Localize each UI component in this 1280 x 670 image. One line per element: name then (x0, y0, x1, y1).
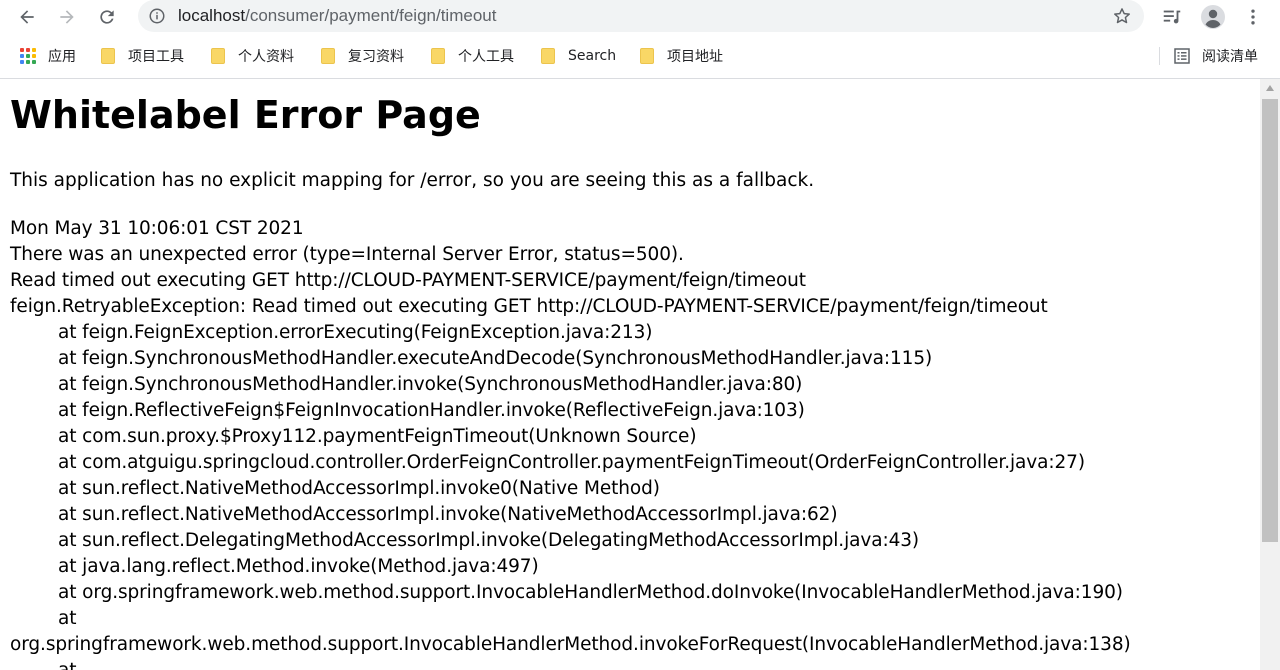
folder-icon (101, 48, 115, 64)
info-icon[interactable] (148, 7, 166, 25)
page-lead: This application has no explicit mapping… (10, 170, 815, 191)
browser-toolbar: localhost/consumer/payment/feign/timeout (0, 0, 1280, 34)
bookmark-label: 项目地址 (667, 49, 723, 65)
stack-frame: at feign.SynchronousMethodHandler.execut… (58, 348, 933, 369)
reading-list-label: 阅读清单 (1202, 49, 1258, 65)
media-queue-icon (1163, 10, 1181, 24)
arrow-left-icon (20, 10, 34, 24)
page-title: Whitelabel Error Page (10, 93, 481, 137)
profile-button[interactable] (1200, 4, 1226, 30)
scroll-up-button[interactable] (1260, 79, 1280, 97)
error-timestamp: Mon May 31 10:06:01 CST 2021 (10, 218, 304, 239)
stack-frame: at java.lang.reflect.Method.invoke(Metho… (58, 556, 539, 577)
bookmark-label: 项目工具 (128, 49, 184, 65)
bookmarks-divider (1159, 47, 1160, 65)
stack-frame: at feign.FeignException.errorExecuting(F… (58, 322, 653, 343)
stack-frame: at com.sun.proxy.$Proxy112.paymentFeignT… (58, 426, 697, 447)
bookmark-folder[interactable]: Search (541, 45, 616, 67)
bookmark-folder[interactable]: 个人资料 (211, 45, 294, 67)
url-path: /consumer/payment/feign/timeout (245, 6, 497, 25)
error-message: Read timed out executing GET http://CLOU… (10, 270, 806, 291)
media-queue-button[interactable] (1159, 4, 1185, 30)
folder-icon (431, 48, 445, 64)
star-icon[interactable] (1112, 6, 1132, 26)
stack-frame-trailing: at (10, 658, 1255, 670)
folder-icon (640, 48, 654, 64)
bookmark-folder[interactable]: 项目地址 (640, 45, 723, 67)
reload-button[interactable] (92, 2, 122, 32)
stack-frame: at feign.ReflectiveFeign$FeignInvocation… (58, 400, 805, 421)
bookmarks-bar: 应用 项目工具 个人资料 复习资料 个人工具 Search 项目地址 阅读清单 (0, 40, 1280, 72)
back-button[interactable] (12, 2, 42, 32)
stack-frame: at sun.reflect.NativeMethodAccessorImpl.… (58, 504, 838, 525)
error-status: There was an unexpected error (type=Inte… (10, 244, 684, 265)
bookmark-label: 应用 (48, 49, 76, 65)
menu-button[interactable] (1240, 4, 1266, 30)
forward-button[interactable] (52, 2, 82, 32)
kebab-menu-icon (1251, 9, 1255, 25)
url-text[interactable]: localhost/consumer/payment/feign/timeout (178, 5, 496, 27)
stack-frame: at org.springframework.web.method.suppor… (58, 582, 1123, 603)
bookmark-label: 复习资料 (348, 49, 404, 65)
bookmark-folder[interactable]: 项目工具 (101, 45, 184, 67)
bookmark-label: 个人资料 (238, 49, 294, 65)
reload-icon (100, 10, 114, 24)
stack-frame: at (58, 608, 77, 629)
stack-frame: at sun.reflect.NativeMethodAccessorImpl.… (58, 478, 660, 499)
folder-icon (321, 48, 335, 64)
url-host: localhost (178, 6, 246, 25)
address-bar[interactable]: localhost/consumer/payment/feign/timeout (138, 0, 1144, 32)
apps-grid-icon (20, 48, 36, 64)
vertical-scrollbar[interactable] (1260, 79, 1280, 670)
exception-line: feign.RetryableException: Read timed out… (10, 296, 1048, 317)
stack-frame: at com.atguigu.springcloud.controller.Or… (58, 452, 1085, 473)
triangle-up-icon (1266, 85, 1274, 91)
bookmark-folder[interactable]: 个人工具 (431, 45, 514, 67)
error-details: Mon May 31 10:06:01 CST 2021 There was a… (10, 216, 1255, 670)
bookmark-apps[interactable]: 应用 (20, 45, 76, 67)
page-viewport: Whitelabel Error Page This application h… (0, 79, 1260, 670)
account-icon (1201, 5, 1225, 29)
reading-list-icon (1174, 48, 1190, 64)
folder-icon (541, 48, 555, 64)
scroll-thumb[interactable] (1262, 99, 1278, 542)
stack-frame: at sun.reflect.DelegatingMethodAccessorI… (58, 530, 920, 551)
bookmark-label: 个人工具 (458, 49, 514, 65)
bookmark-folder[interactable]: 复习资料 (321, 45, 404, 67)
stack-frame: at feign.SynchronousMethodHandler.invoke… (58, 374, 803, 395)
folder-icon (211, 48, 225, 64)
reading-list-button[interactable]: 阅读清单 (1174, 45, 1258, 67)
arrow-right-icon (60, 10, 74, 24)
bookmark-label: Search (568, 48, 617, 64)
stack-frame-wrapped: org.springframework.web.method.support.I… (10, 634, 1131, 655)
